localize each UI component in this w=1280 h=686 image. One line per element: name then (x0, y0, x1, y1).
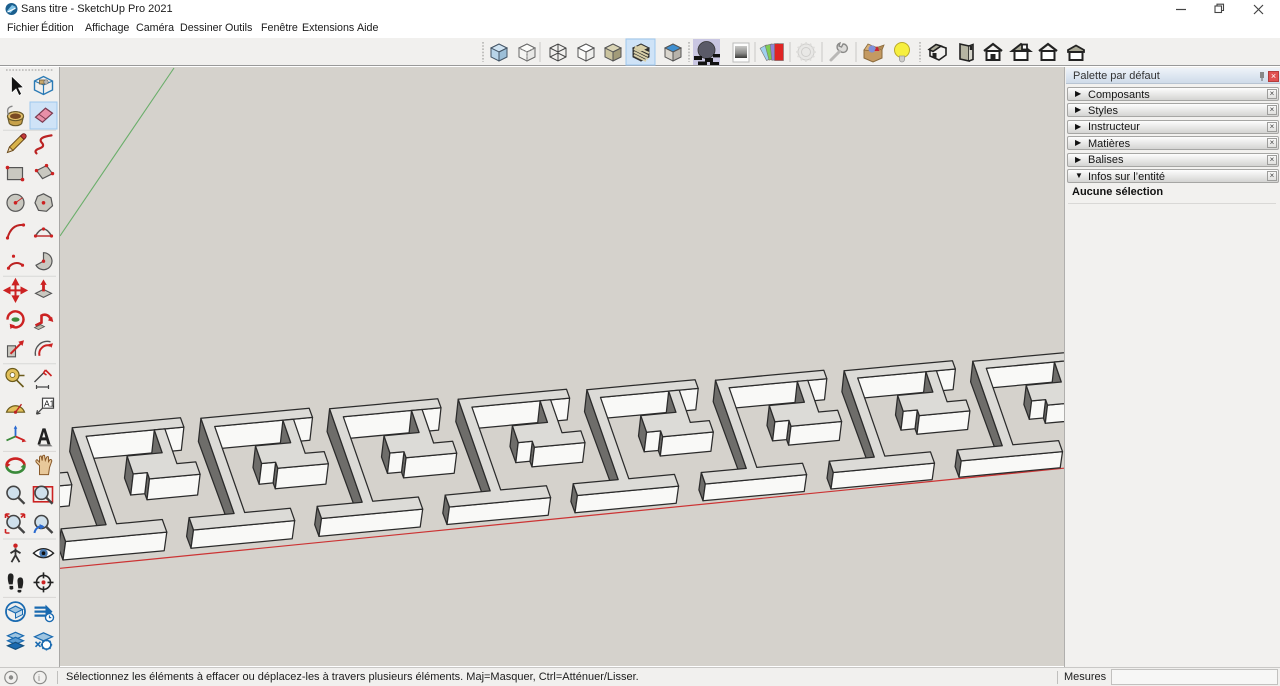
svg-text:A1: A1 (44, 399, 55, 409)
svg-text:i: i (38, 673, 40, 683)
